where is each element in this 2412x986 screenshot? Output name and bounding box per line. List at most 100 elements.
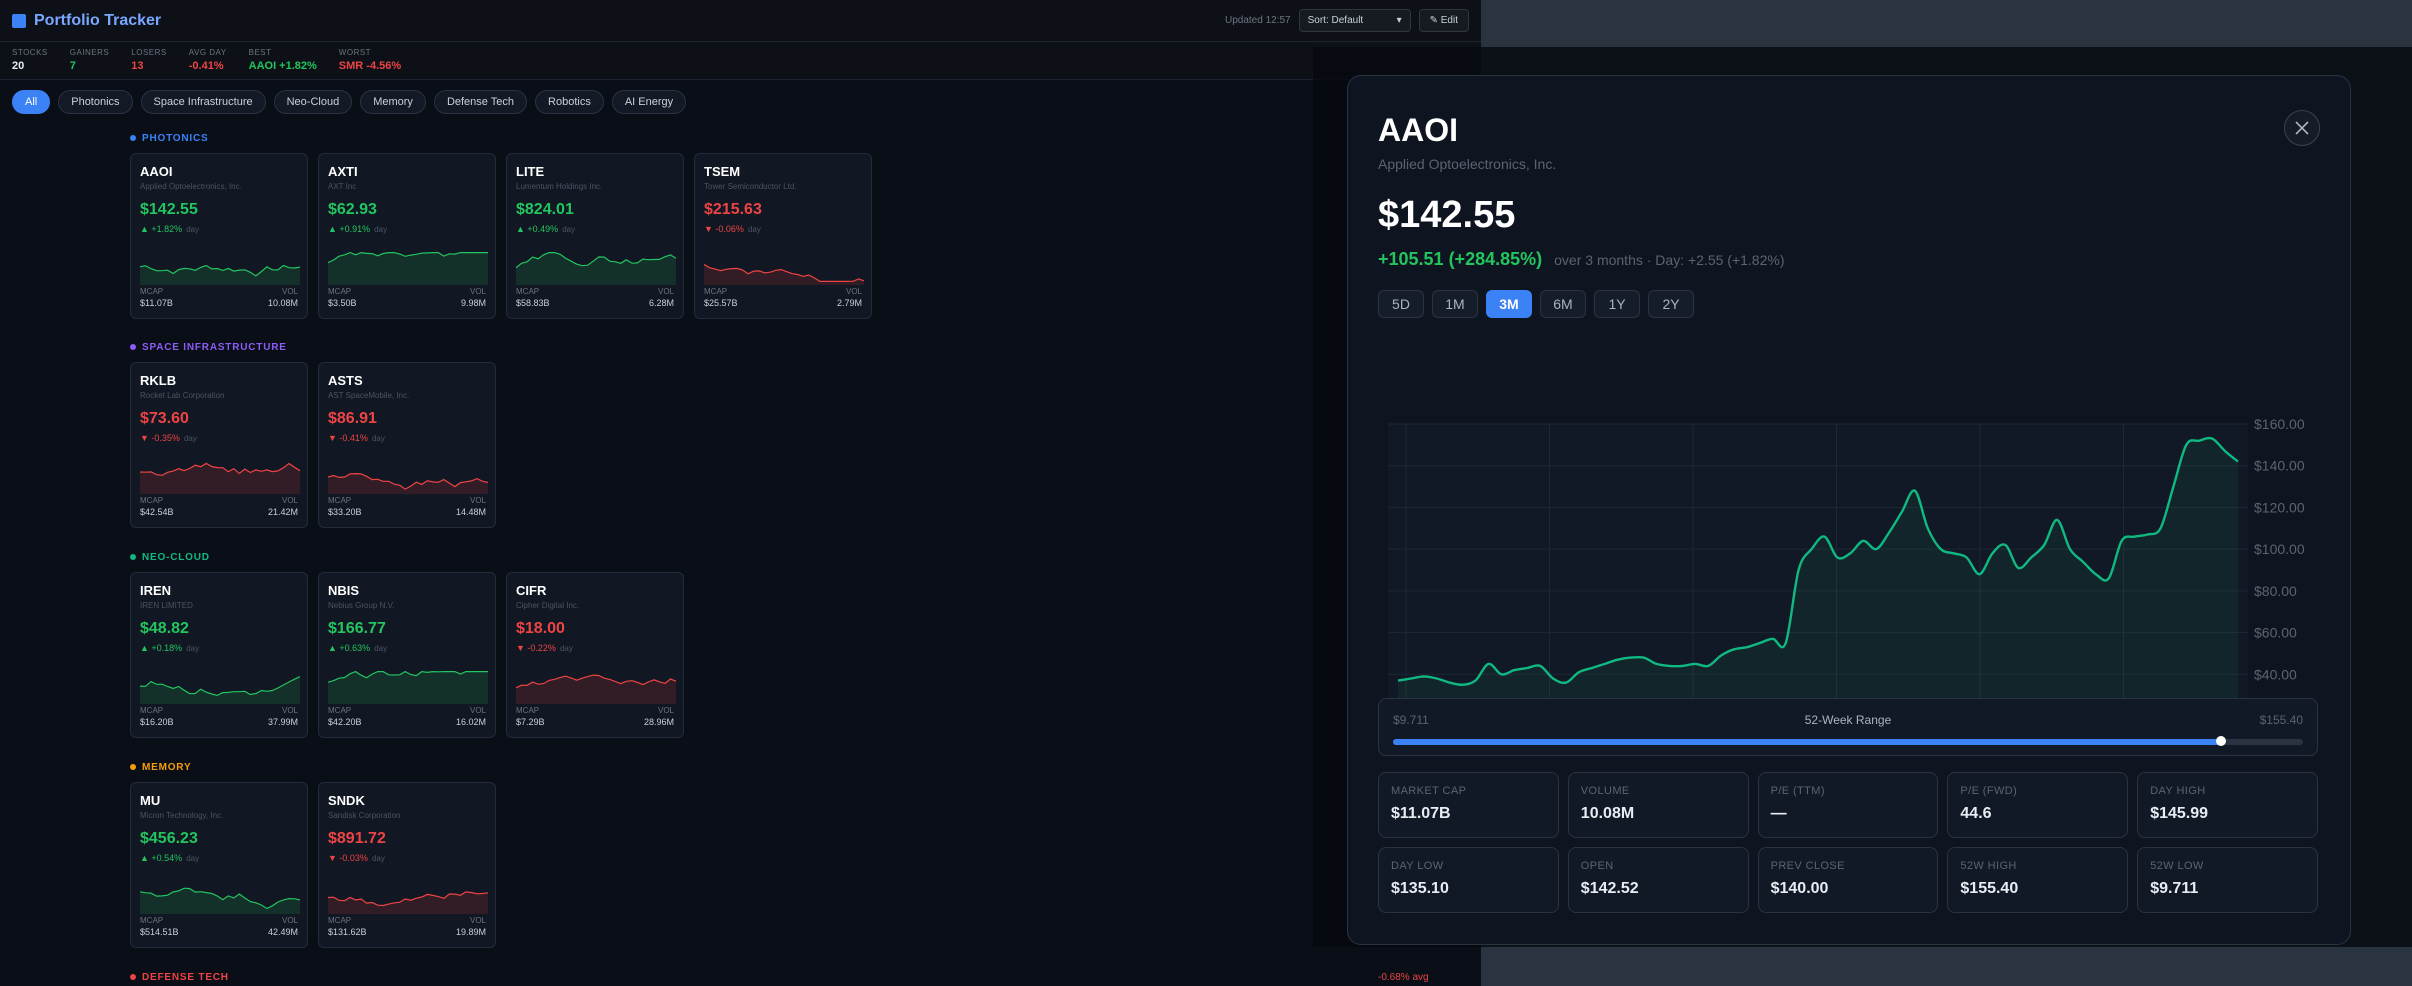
- card-change-period: day: [562, 225, 576, 234]
- section-title: SPACE INFRASTRUCTURE: [142, 341, 287, 353]
- stock-card-lite[interactable]: LITE Lumentum Holdings Inc. $824.01 ▲ +0.49…: [506, 153, 684, 319]
- dashboard: Portfolio Tracker Updated 12:57 Sort: De…: [0, 0, 1481, 986]
- range-button-2y[interactable]: 2Y: [1648, 290, 1694, 318]
- card-vol: VOL 21.42M: [268, 496, 298, 517]
- sparkline-area: [140, 888, 300, 914]
- card-mcap: MCAP $16.20B: [140, 706, 174, 727]
- sparkline: [140, 887, 300, 914]
- card-ticker: ASTS: [328, 373, 363, 388]
- sparkline: [328, 891, 488, 914]
- card-mcap-label: MCAP: [516, 287, 540, 296]
- section-memory: MEMORY MU Micron Technology, Inc. $456.23 ▲ …: [130, 760, 496, 948]
- stock-card-aaoi[interactable]: AAOI Applied Optoelectronics, Inc. $142.55…: [130, 153, 308, 319]
- close-button[interactable]: [2284, 110, 2320, 146]
- card-mcap-value: $3.50B: [328, 298, 357, 308]
- card-price: $86.91: [328, 410, 377, 427]
- card-vol-label: VOL: [657, 706, 674, 715]
- range-button-6m[interactable]: 6M: [1540, 290, 1586, 318]
- card-mcap-value: $11.07B: [140, 298, 173, 308]
- sparkline-area: [140, 676, 300, 704]
- stock-card-axti[interactable]: AXTI AXT Inc $62.93 ▲ +0.91% day MCAP $3.50B VO…: [318, 153, 496, 319]
- card-vol-label: VOL: [657, 287, 674, 296]
- stat-label: STOCKS: [12, 48, 48, 57]
- range-button-1y[interactable]: 1Y: [1594, 290, 1640, 318]
- card-company-name: Lumentum Holdings Inc.: [516, 182, 603, 191]
- card-mcap: MCAP $11.07B: [140, 287, 173, 308]
- card-price: $62.93: [328, 201, 377, 218]
- section-dot-icon: [130, 764, 136, 770]
- card-ticker: LITE: [516, 164, 545, 179]
- stock-card-asts[interactable]: ASTS AST SpaceMobile, Inc. $86.91 ▼ -0.41% d…: [318, 362, 496, 528]
- card-vol-value: 21.42M: [267, 507, 298, 517]
- card-company-name: Applied Optoelectronics, Inc.: [140, 182, 242, 191]
- filter-chip-photonics[interactable]: Photonics: [58, 90, 133, 114]
- section-header: NEO-CLOUD: [130, 550, 684, 564]
- card-vol-value: 10.08M: [267, 298, 298, 308]
- filter-chip-defense-tech[interactable]: Defense Tech: [433, 90, 528, 114]
- card-company-name: AXT Inc: [328, 182, 357, 191]
- card-mcap-value: $25.57B: [704, 298, 738, 308]
- modal-price: $142.55: [1378, 194, 1516, 236]
- sort-select[interactable]: Sort: Default ▾: [1298, 9, 1411, 32]
- metric-value: $11.07B: [1391, 805, 1451, 822]
- section-header: SPACE INFRASTRUCTURE: [130, 340, 496, 354]
- stock-card-cifr[interactable]: CIFR Cipher Digital Inc. $18.00 ▼ -0.22% day…: [506, 572, 684, 738]
- stock-card-sndk[interactable]: SNDK Sandisk Corporation $891.72 ▼ -0.03% da…: [318, 782, 496, 948]
- stock-card-mu[interactable]: MU Micron Technology, Inc. $456.23 ▲ +0.54%…: [130, 782, 308, 948]
- range-button-5d[interactable]: 5D: [1378, 290, 1424, 318]
- card-change: ▲ +1.82% day: [140, 224, 298, 234]
- card-vol-value: 2.79M: [836, 298, 862, 308]
- edit-button[interactable]: ✎ Edit: [1418, 9, 1469, 32]
- filter-chip-neo-cloud[interactable]: Neo-Cloud: [273, 90, 353, 114]
- defense-avg: -0.68% avg: [1378, 972, 1429, 983]
- stock-card-nbis[interactable]: NBIS Nebius Group N.V. $166.77 ▲ +0.63% day M…: [318, 572, 496, 738]
- section-photonics: PHOTONICS AAOI Applied Optoelectronics, In…: [130, 131, 872, 319]
- card-footer: MCAP $25.57B VOL 2.79M: [704, 287, 862, 308]
- filter-chip-ai-energy[interactable]: AI Energy: [611, 90, 687, 114]
- section-defense-tech: DEFENSE TECH: [130, 970, 229, 986]
- metric-prev-close: PREV CLOSE $140.00: [1757, 847, 1939, 913]
- sparkline: [704, 263, 864, 285]
- stat-worst: WORST SMR -4.56%: [339, 48, 401, 73]
- metric-volume: VOLUME 10.08M: [1567, 772, 1749, 838]
- filter-chip-robotics[interactable]: Robotics: [535, 90, 604, 114]
- card-footer: MCAP $7.29B VOL 28.96M: [516, 706, 674, 727]
- stat-stocks: STOCKS 20: [12, 48, 48, 73]
- section-title: NEO-CLOUD: [142, 551, 210, 563]
- card-mcap: MCAP $7.29B: [516, 706, 545, 727]
- metric-52w-low: 52W LOW $9.711: [2137, 847, 2318, 913]
- card-change-value: ▼ -0.22%: [516, 643, 556, 653]
- card-change-value: ▲ +0.18%: [140, 643, 183, 653]
- stat-gainers: GAINERS 7: [70, 48, 110, 73]
- card-company-name: Micron Technology, Inc.: [140, 811, 224, 820]
- week52-title: 52-Week Range: [1804, 713, 1892, 727]
- stock-card-rklb[interactable]: RKLB Rocket Lab Corporation $73.60 ▼ -0.35%…: [130, 362, 308, 528]
- section-header: MEMORY: [130, 760, 496, 774]
- sparkline: [140, 462, 300, 494]
- card-price: $824.01: [516, 201, 574, 218]
- card-mcap-value: $514.51B: [140, 927, 179, 937]
- range-button-1m[interactable]: 1M: [1432, 290, 1478, 318]
- card-change-period: day: [186, 225, 200, 234]
- card-mcap-value: $7.29B: [516, 717, 545, 727]
- y-tick-label: $100.00: [2254, 541, 2305, 557]
- card-mcap-label: MCAP: [140, 496, 164, 505]
- metric-value: $145.99: [2150, 805, 2209, 822]
- card-mcap-label: MCAP: [328, 496, 352, 505]
- stock-card-iren[interactable]: IREN IREN LIMITED $48.82 ▲ +0.18% day MCAP $16…: [130, 572, 308, 738]
- card-mcap-value: $131.62B: [328, 927, 367, 937]
- y-tick-label: $140.00: [2254, 458, 2305, 474]
- filter-chip-memory[interactable]: Memory: [360, 90, 426, 114]
- metric-value: —: [1770, 805, 1787, 822]
- card-price: $891.72: [328, 830, 386, 847]
- filter-chip-space-infrastructure[interactable]: Space Infrastructure: [140, 90, 266, 114]
- metric-label: VOLUME: [1580, 785, 1630, 797]
- filter-chip-all[interactable]: All: [12, 90, 51, 114]
- metric-value: $140.00: [1770, 880, 1829, 897]
- metrics-grid: MARKET CAP $11.07B VOLUME 10.08M P/E (TTM) — P…: [1378, 772, 2318, 913]
- range-button-3m[interactable]: 3M: [1486, 290, 1532, 318]
- section-dot-icon: [130, 344, 136, 350]
- stock-card-tsem[interactable]: TSEM Tower Semiconductor Ltd. $215.63 ▼ -0.…: [694, 153, 872, 319]
- card-change-value: ▼ -0.41%: [328, 433, 368, 443]
- card-change-period: day: [371, 854, 385, 863]
